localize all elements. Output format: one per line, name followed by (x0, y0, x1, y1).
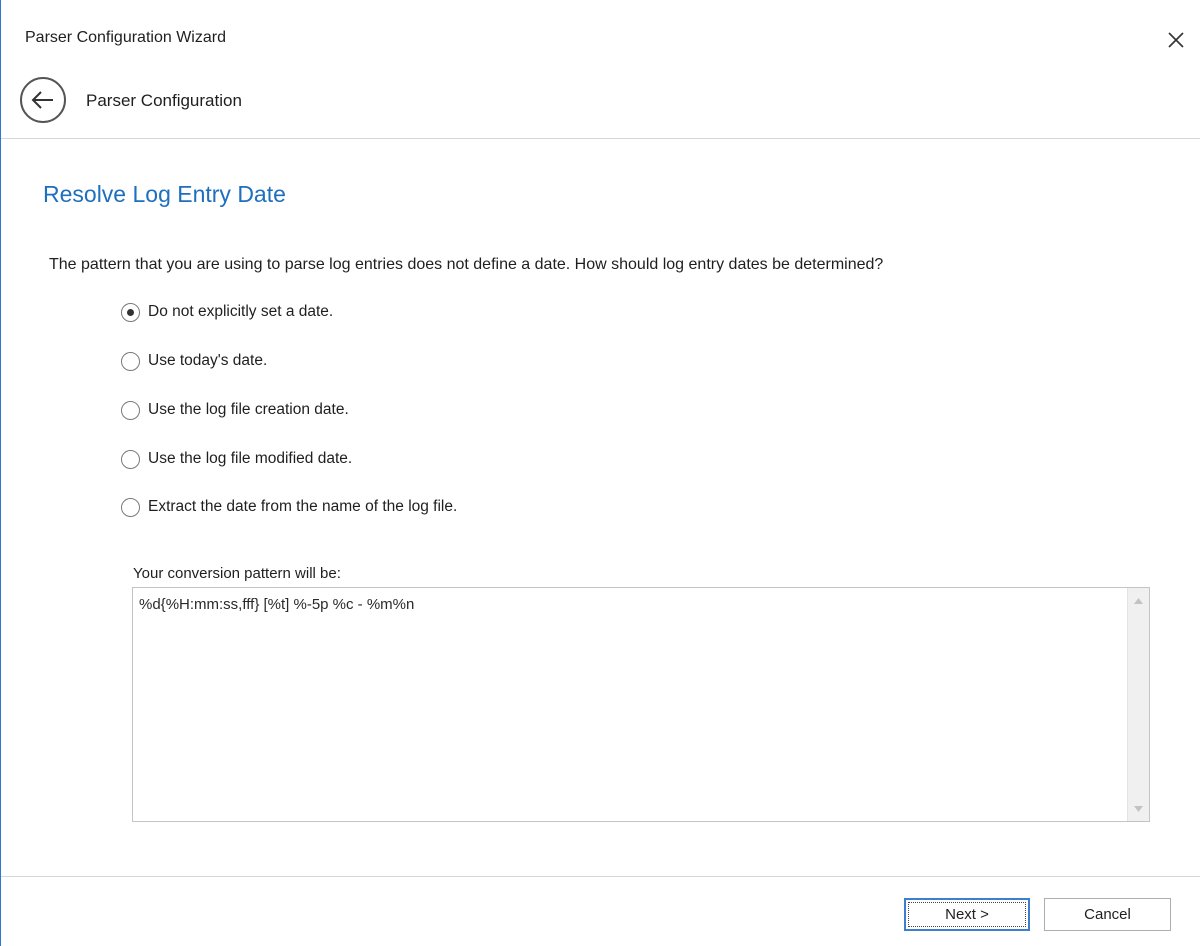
option-file-modified-date[interactable]: Use the log file modified date. (121, 447, 352, 471)
close-icon (1168, 32, 1184, 48)
option-label: Use today's date. (148, 352, 268, 369)
navigation-bar: Parser Configuration (1, 74, 1200, 139)
page-title: Resolve Log Entry Date (43, 181, 286, 207)
chevron-up-icon (1134, 597, 1143, 604)
radio-button[interactable] (121, 497, 140, 517)
question-text: The pattern that you are using to parse … (49, 256, 884, 273)
option-date-from-filename[interactable]: Extract the date from the name of the lo… (121, 495, 457, 519)
wizard-window: Parser Configuration Wizard Parser Confi… (0, 0, 1200, 946)
scroll-down-button[interactable] (1128, 798, 1149, 819)
title-bar: Parser Configuration Wizard (1, 0, 1200, 80)
vertical-scrollbar[interactable] (1127, 588, 1149, 821)
next-button[interactable]: Next > (904, 898, 1030, 931)
conversion-pattern-textarea[interactable]: %d{%H:mm:ss,fff} [%t] %-5p %c - %m%n (132, 587, 1150, 822)
option-label: Use the log file modified date. (148, 450, 353, 467)
window-title: Parser Configuration Wizard (25, 29, 226, 46)
option-label: Do not explicitly set a date. (148, 303, 334, 320)
back-button[interactable] (19, 76, 67, 124)
option-no-explicit-date[interactable]: Do not explicitly set a date. (121, 300, 333, 324)
focus-ring (908, 902, 1026, 927)
chevron-down-icon (1134, 805, 1143, 812)
close-button[interactable] (1162, 26, 1190, 54)
radio-button-selected[interactable] (121, 302, 140, 322)
cancel-button-label: Cancel (1084, 906, 1131, 923)
scroll-up-button[interactable] (1128, 590, 1149, 611)
option-label: Use the log file creation date. (148, 401, 349, 418)
conversion-pattern-label: Your conversion pattern will be: (133, 565, 341, 582)
conversion-pattern-value: %d{%H:mm:ss,fff} [%t] %-5p %c - %m%n (139, 596, 415, 613)
option-todays-date[interactable]: Use today's date. (121, 349, 267, 373)
footer-divider (1, 876, 1200, 877)
radio-button[interactable] (121, 351, 140, 371)
breadcrumb: Parser Configuration (86, 91, 242, 110)
back-arrow-icon (20, 77, 66, 123)
radio-button[interactable] (121, 400, 140, 420)
cancel-button[interactable]: Cancel (1044, 898, 1171, 931)
option-file-creation-date[interactable]: Use the log file creation date. (121, 398, 349, 422)
option-label: Extract the date from the name of the lo… (148, 498, 458, 515)
radio-button[interactable] (121, 449, 140, 469)
